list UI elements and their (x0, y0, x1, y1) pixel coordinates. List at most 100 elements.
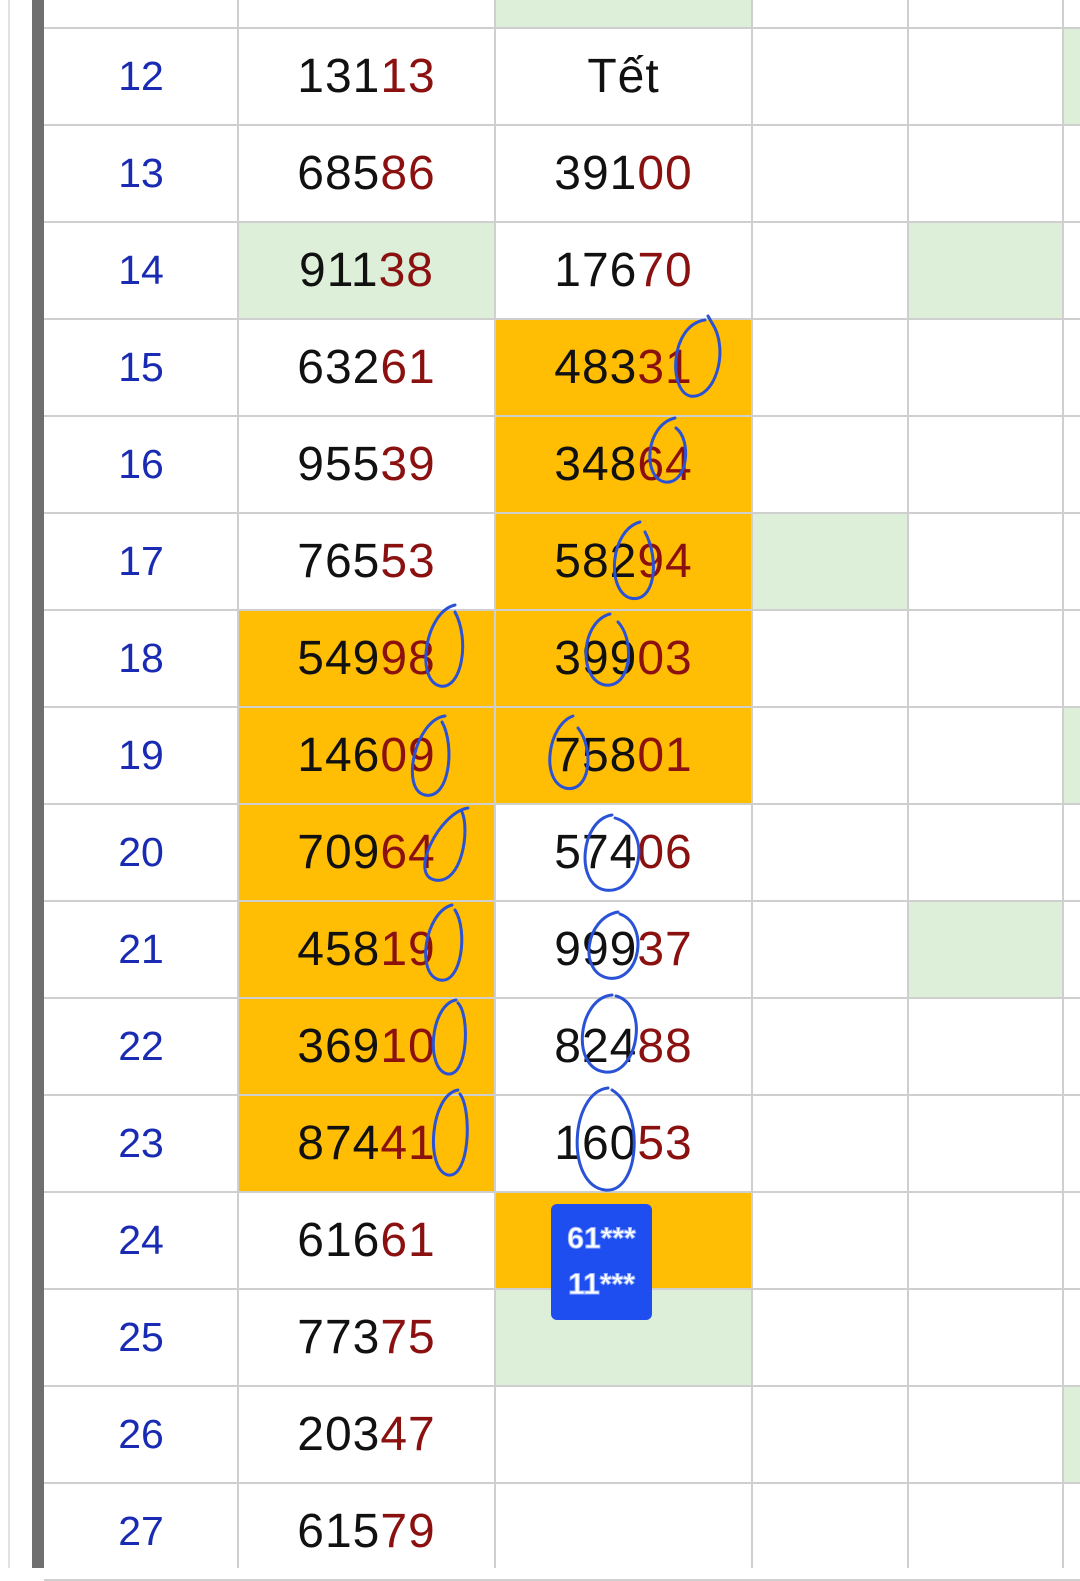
row-number-cell[interactable]: 24 (44, 1192, 238, 1289)
result-tail-digits: 38 (378, 244, 434, 297)
result-tail-digits: 75 (380, 1311, 436, 1364)
row-number-cell[interactable]: 18 (44, 610, 238, 707)
row-gridline (44, 997, 1080, 999)
shaded-cell[interactable] (908, 901, 1063, 998)
row-number-cell[interactable]: 20 (44, 804, 238, 901)
result-lead-digits: 131 (297, 50, 381, 103)
result-lead-digits: 955 (297, 438, 381, 491)
result-cell-col1[interactable]: 549 98 (238, 610, 495, 707)
result-cell-col1[interactable]: 773 75 (238, 1289, 495, 1386)
result-cell-col1[interactable]: 146 09 (238, 707, 495, 804)
result-cell-col1[interactable]: 709 64 (238, 804, 495, 901)
result-tail-digits: 64 (380, 826, 436, 879)
result-cell-col2[interactable]: 160 53 (495, 1095, 752, 1192)
result-cell-col1[interactable]: 616 61 (238, 1192, 495, 1289)
result-cell-col1[interactable]: 765 53 (238, 513, 495, 610)
result-tail-digits: 53 (380, 535, 436, 588)
result-lead-digits: 176 (554, 244, 638, 297)
result-cell-col2[interactable]: 176 70 (495, 222, 752, 319)
result-cell-col2[interactable]: 824 88 (495, 998, 752, 1095)
result-cell-col1[interactable]: 131 13 (238, 28, 495, 125)
result-lead-digits: 685 (297, 147, 381, 200)
result-cell-col1[interactable]: 955 39 (238, 416, 495, 513)
result-cell-col2[interactable]: Tết (495, 28, 752, 125)
result-tail-digits: 88 (637, 1020, 693, 1073)
row-gridline (44, 609, 1080, 611)
result-cell-col1[interactable]: 632 61 (238, 319, 495, 416)
column-gridline (907, 0, 909, 1568)
result-lead-digits: 824 (554, 1020, 638, 1073)
result-cell-col2[interactable] (495, 1386, 752, 1483)
result-cell-col1[interactable]: 203 47 (238, 1386, 495, 1483)
row-gridline (44, 415, 1080, 417)
row-gridline (44, 1482, 1080, 1484)
result-cell-col2[interactable] (495, 1483, 752, 1580)
result-cell-col2[interactable]: 574 06 (495, 804, 752, 901)
result-cell-col1[interactable]: 685 86 (238, 125, 495, 222)
result-lead-digits: 632 (297, 341, 381, 394)
column-gridline (1062, 0, 1064, 1568)
result-cell-col2[interactable]: 348 64 (495, 416, 752, 513)
result-tail-digits: 61 (380, 1214, 436, 1267)
result-lead-digits: 773 (297, 1311, 381, 1364)
result-cell-col1[interactable]: 911 38 (238, 222, 495, 319)
row-number-cell[interactable]: 21 (44, 901, 238, 998)
result-cell-col2[interactable]: 399 03 (495, 610, 752, 707)
shaded-cell[interactable] (1063, 28, 1080, 125)
row-number-cell[interactable]: 13 (44, 125, 238, 222)
shaded-cell[interactable] (1063, 707, 1080, 804)
row-number-cell[interactable]: 22 (44, 998, 238, 1095)
result-lead-digits: 765 (297, 535, 381, 588)
result-cell-col1[interactable]: 369 10 (238, 998, 495, 1095)
result-tail-digits: 01 (637, 729, 693, 782)
result-lead-digits: 874 (297, 1117, 381, 1170)
row-number-cell[interactable]: 12 (44, 28, 238, 125)
result-lead-digits: 391 (554, 147, 638, 200)
row-gridline (44, 318, 1080, 320)
row-number-cell[interactable]: 23 (44, 1095, 238, 1192)
result-tail-digits: 19 (380, 923, 436, 976)
shaded-cell[interactable] (752, 513, 908, 610)
result-lead-digits: 999 (554, 923, 638, 976)
result-cell-col1[interactable]: 874 41 (238, 1095, 495, 1192)
result-lead-digits: 458 (297, 923, 381, 976)
row-number-cell[interactable]: 26 (44, 1386, 238, 1483)
row-number-cell[interactable]: 15 (44, 319, 238, 416)
result-cell-col2[interactable]: 582 94 (495, 513, 752, 610)
result-tail-digits: 47 (380, 1408, 436, 1461)
result-cell-col1[interactable]: 615 79 (238, 1483, 495, 1580)
result-lead-digits: 203 (297, 1408, 381, 1461)
result-cell-col2[interactable]: 483 31 (495, 319, 752, 416)
prediction-badge[interactable]: 61*** 11*** (551, 1204, 652, 1320)
shaded-cell[interactable] (908, 222, 1063, 319)
result-lead-digits: 369 (297, 1020, 381, 1073)
column-gridline (237, 0, 239, 1568)
result-cell-col2[interactable]: 391 00 (495, 125, 752, 222)
result-cell-col1[interactable]: 458 19 (238, 901, 495, 998)
row-number-cell[interactable]: 17 (44, 513, 238, 610)
result-cell-col2[interactable]: 999 37 (495, 901, 752, 998)
row-gridline (44, 221, 1080, 223)
result-tail-digits: 10 (380, 1020, 436, 1073)
result-cell-col2[interactable]: 758 01 (495, 707, 752, 804)
row-number-cell[interactable]: 16 (44, 416, 238, 513)
row-number-cell[interactable]: 25 (44, 1289, 238, 1386)
result-lead-digits: 160 (554, 1117, 638, 1170)
row-number-cell[interactable]: 14 (44, 222, 238, 319)
column-gridline (751, 0, 753, 1568)
shaded-cell[interactable] (1063, 1386, 1080, 1483)
result-lead-digits: 709 (297, 826, 381, 879)
result-lead-digits: 582 (554, 535, 638, 588)
result-tail-digits: 53 (637, 1117, 693, 1170)
frozen-column-divider[interactable] (32, 0, 44, 1568)
row-number-cell[interactable]: 27 (44, 1483, 238, 1580)
result-lead-digits: 549 (297, 632, 381, 685)
result-lead-digits: 146 (297, 729, 381, 782)
shaded-cell[interactable] (495, 0, 752, 28)
result-tail-digits: 70 (637, 244, 693, 297)
result-lead-digits: 758 (554, 729, 638, 782)
row-gridline (44, 706, 1080, 708)
column-gridline (494, 0, 496, 1568)
row-number-cell[interactable]: 19 (44, 707, 238, 804)
result-lead-digits: 616 (297, 1214, 381, 1267)
